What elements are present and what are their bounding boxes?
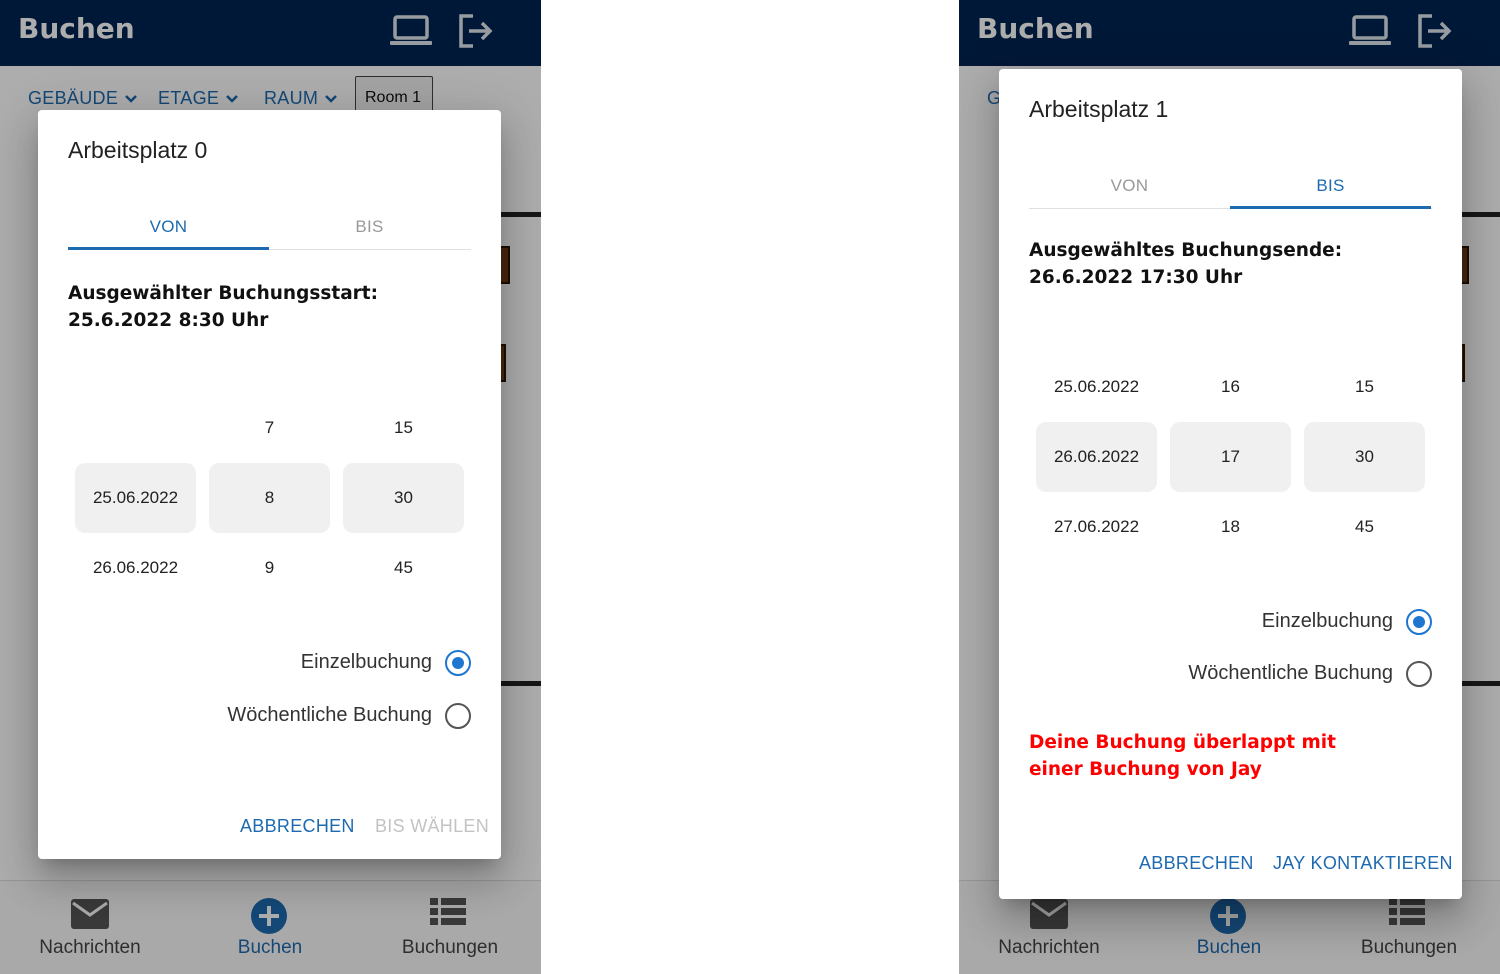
dialog-title: Arbeitsplatz 1 xyxy=(1029,96,1169,122)
tab-to[interactable]: BIS xyxy=(269,204,470,250)
picker-option-selected[interactable]: 25.06.2022 xyxy=(75,463,196,533)
picker-option[interactable]: 27.06.2022 xyxy=(1036,492,1157,562)
booking-dialog: Arbeitsplatz 1 VON BIS Ausgewähltes Buch… xyxy=(999,69,1462,899)
picker-option-selected[interactable]: 8 xyxy=(209,463,330,533)
weekly-booking-option[interactable]: Wöchentliche Buchung xyxy=(171,701,471,731)
picker-option[interactable] xyxy=(75,393,196,463)
picker-option-selected[interactable]: 30 xyxy=(1304,422,1425,492)
dialog-title: Arbeitsplatz 0 xyxy=(68,137,208,163)
weekly-booking-label: Wöchentliche Buchung xyxy=(1188,662,1393,684)
tab-from[interactable]: VON xyxy=(68,204,269,250)
picker-option[interactable]: 15 xyxy=(1304,352,1425,422)
picker-option[interactable]: 9 xyxy=(209,533,330,603)
weekly-booking-option[interactable]: Wöchentliche Buchung xyxy=(1132,659,1432,689)
single-booking-option[interactable]: Einzelbuchung xyxy=(171,648,471,678)
weekly-booking-label: Wöchentliche Buchung xyxy=(227,704,432,726)
radio-unchecked-icon[interactable] xyxy=(1406,661,1432,687)
choose-end-button[interactable]: BIS WÄHLEN xyxy=(375,816,489,837)
picker-option[interactable]: 7 xyxy=(209,393,330,463)
picker-option[interactable]: 26.06.2022 xyxy=(75,533,196,603)
picker-option-selected[interactable]: 17 xyxy=(1170,422,1291,492)
picker-option[interactable]: 45 xyxy=(1304,492,1425,562)
overlap-error-message: Deine Buchung überlappt mit einer Buchun… xyxy=(1029,732,1336,780)
date-time-picker[interactable]: 25.06.2022 26.06.2022 27.06.2022 16 17 1… xyxy=(1036,316,1426,596)
tab-bar: VON BIS xyxy=(1029,163,1432,209)
radio-unchecked-icon[interactable] xyxy=(445,703,471,729)
picker-option[interactable]: 16 xyxy=(1170,352,1291,422)
selected-start-text: Ausgewählter Buchungsstart: 25.6.2022 8:… xyxy=(68,283,379,331)
cancel-button[interactable]: ABBRECHEN xyxy=(240,816,355,837)
picker-option[interactable]: 25.06.2022 xyxy=(1036,352,1157,422)
left-screen: Buchen GEBÄUDE ETAGE RAUM Room 1 Nachric… xyxy=(0,0,541,974)
picker-option[interactable]: 15 xyxy=(343,393,464,463)
right-screen: Buchen GEBÄUDE Nachrichten Buchen Buchun… xyxy=(959,0,1500,974)
picker-option[interactable]: 18 xyxy=(1170,492,1291,562)
single-booking-label: Einzelbuchung xyxy=(1261,610,1393,632)
radio-checked-icon[interactable] xyxy=(1406,609,1432,635)
single-booking-label: Einzelbuchung xyxy=(300,651,432,673)
picker-option[interactable] xyxy=(75,353,196,388)
tab-to[interactable]: BIS xyxy=(1230,163,1431,209)
selected-end-text: Ausgewähltes Buchungsende: 26.6.2022 17:… xyxy=(1029,240,1343,288)
booking-dialog: Arbeitsplatz 0 VON BIS Ausgewählter Buch… xyxy=(38,110,501,859)
picker-option-selected[interactable]: 26.06.2022 xyxy=(1036,422,1157,492)
single-booking-option[interactable]: Einzelbuchung xyxy=(1132,607,1432,637)
picker-option-selected[interactable]: 30 xyxy=(343,463,464,533)
picker-option[interactable]: 45 xyxy=(343,533,464,603)
date-time-picker[interactable]: 25.06.2022 26.06.2022 7 8 9 15 30 45 xyxy=(75,353,465,635)
tab-bar: VON BIS xyxy=(68,204,471,250)
radio-checked-icon[interactable] xyxy=(445,650,471,676)
tab-from[interactable]: VON xyxy=(1029,163,1230,209)
cancel-button[interactable]: ABBRECHEN xyxy=(1139,853,1254,874)
contact-jay-button[interactable]: JAY KONTAKTIEREN xyxy=(1273,853,1453,874)
